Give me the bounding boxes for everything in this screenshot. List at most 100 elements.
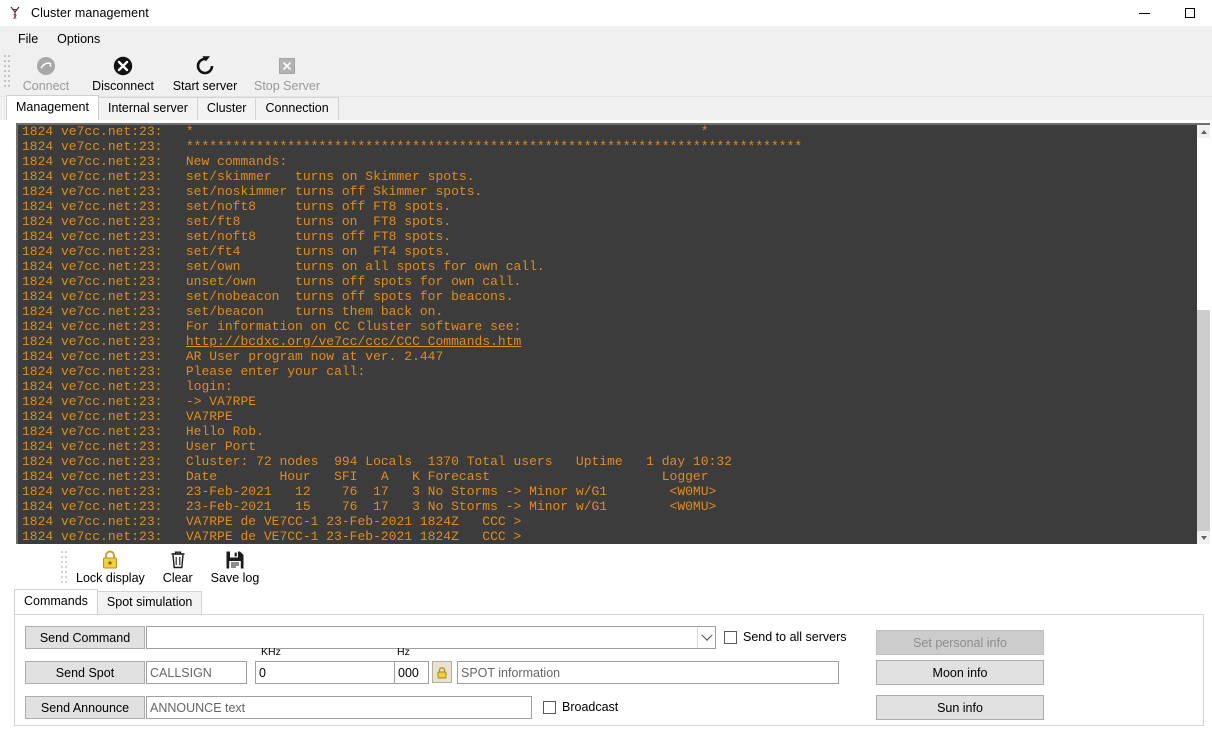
tab-connection[interactable]: Connection [255, 97, 339, 120]
console-line-text: Hello Rob. [185, 424, 264, 439]
tab-management[interactable]: Management [6, 95, 99, 120]
broadcast-row[interactable]: Broadcast [543, 700, 618, 714]
sun-info-button[interactable]: Sun info [876, 695, 1044, 720]
console-line: 1824 ve7cc.net:23: set/ft4 turns on FT4 … [18, 244, 1197, 259]
tab-cluster[interactable]: Cluster [196, 97, 257, 120]
console-line-prefix: 1824 ve7cc.net:23: [22, 349, 163, 364]
console-line: 1824 ve7cc.net:23: set/nobeacon turns of… [18, 289, 1197, 304]
window-title: Cluster management [31, 6, 149, 20]
antenna-icon: 2 [7, 5, 23, 21]
bottom-tabstrip: Commands Spot simulation [0, 589, 1212, 614]
send-command-button[interactable]: Send Command [25, 626, 145, 649]
send-to-all-servers-label: Send to all servers [743, 630, 847, 644]
hz-input[interactable] [394, 661, 429, 684]
save-log-button[interactable]: Save log [202, 547, 269, 589]
console-line: 1824 ve7cc.net:23: http://bcdxc.org/ve7c… [18, 334, 1197, 349]
console-line-prefix: 1824 ve7cc.net:23: [22, 125, 163, 139]
scroll-up-arrow[interactable] [1197, 125, 1210, 138]
moon-info-button[interactable]: Moon info [876, 660, 1044, 685]
console-line: 1824 ve7cc.net:23: * * [18, 125, 1197, 139]
console-line-text: set/own turns on all spots for own call. [185, 259, 545, 274]
chevron-down-icon[interactable] [697, 627, 715, 648]
console-line: 1824 ve7cc.net:23: VA7RPE de VE7CC-1 23-… [18, 529, 1197, 544]
console-line-prefix: 1824 ve7cc.net:23: [22, 184, 163, 199]
console-line: 1824 ve7cc.net:23: set/ft8 turns on FT8 … [18, 214, 1197, 229]
scrollbar-thumb[interactable] [1197, 310, 1210, 536]
connect-button[interactable]: Connect [10, 51, 82, 95]
console-line-text: Please enter your call: [185, 364, 366, 379]
disconnect-icon [112, 54, 134, 78]
set-personal-info-button[interactable]: Set personal info [876, 630, 1044, 655]
console-line: 1824 ve7cc.net:23: Hello Rob. [18, 424, 1197, 439]
console-line-text: -> VA7RPE [185, 394, 257, 409]
console-line-text: set/skimmer turns on Skimmer spots. [185, 169, 475, 184]
khz-input[interactable] [255, 661, 401, 684]
console-line: 1824 ve7cc.net:23: login: [18, 379, 1197, 394]
callsign-input[interactable] [146, 661, 247, 684]
console-line-text: login: [185, 379, 233, 394]
console-line: 1824 ve7cc.net:23: VA7RPE de VE7CC-1 23-… [18, 514, 1197, 529]
console-line-prefix: 1824 ve7cc.net:23: [22, 214, 163, 229]
tab-spot-simulation[interactable]: Spot simulation [96, 591, 203, 614]
console-line-text: 23-Feb-2021 12 76 17 3 No Storms -> Mino… [185, 484, 717, 499]
send-spot-button[interactable]: Send Spot [25, 661, 145, 684]
console-line-text: unset/own turns off spots for own call. [185, 274, 522, 289]
console-line-prefix: 1824 ve7cc.net:23: [22, 169, 163, 184]
announce-input[interactable] [146, 696, 532, 719]
console-line-text: set/ft8 turns on FT8 spots. [185, 214, 452, 229]
window-controls [1122, 0, 1212, 26]
tab-commands[interactable]: Commands [14, 589, 98, 614]
console-line: 1824 ve7cc.net:23: -> VA7RPE [18, 394, 1197, 409]
console-line-prefix: 1824 ve7cc.net:23: [22, 484, 163, 499]
bottom-panel: Commands Spot simulation Send Command Se… [0, 589, 1212, 733]
console-line: 1824 ve7cc.net:23: *********************… [18, 139, 1197, 154]
log-toolbar: Lock display Clear Save log [0, 544, 1212, 590]
console-line: 1824 ve7cc.net:23: AR User program now a… [18, 349, 1197, 364]
clear-button[interactable]: Clear [154, 547, 202, 589]
console-line: 1824 ve7cc.net:23: 23-Feb-2021 15 76 17 … [18, 499, 1197, 514]
log-toolbar-grip[interactable] [60, 550, 67, 586]
disconnect-button[interactable]: Disconnect [82, 51, 164, 95]
console-line-prefix: 1824 ve7cc.net:23: [22, 334, 163, 349]
console-scrollbar[interactable] [1197, 125, 1210, 544]
maximize-button[interactable] [1167, 0, 1212, 26]
console-line: 1824 ve7cc.net:23: Cluster: 72 nodes 994… [18, 454, 1197, 469]
broadcast-checkbox[interactable] [543, 700, 556, 714]
send-to-all-servers-checkbox[interactable] [724, 630, 737, 644]
spot-information-input[interactable] [457, 661, 839, 684]
console-line-text: ****************************************… [185, 139, 803, 154]
console-line-prefix: 1824 ve7cc.net:23: [22, 199, 163, 214]
console-line-text: set/ft4 turns on FT4 spots. [185, 244, 452, 259]
command-input[interactable] [147, 627, 698, 648]
save-log-label: Save log [210, 571, 260, 585]
console-line-text: Cluster: 72 nodes 994 Locals 1370 Total … [185, 454, 732, 469]
menubar: File Options [0, 26, 1212, 51]
console-line-text: AR User program now at ver. 2.447 [185, 349, 444, 364]
send-announce-button[interactable]: Send Announce [25, 696, 145, 719]
trash-icon [169, 548, 187, 571]
console-line-text: Date Hour SFI A K Forecast Logger [185, 469, 709, 484]
tab-internal-server[interactable]: Internal server [97, 97, 198, 120]
console-output[interactable]: 1824 ve7cc.net:23: * * 1824 ve7cc.net:23:… [18, 125, 1197, 544]
console-line: 1824 ve7cc.net:23: 23-Feb-2021 12 76 17 … [18, 484, 1197, 499]
menu-file[interactable]: File [10, 29, 47, 49]
lock-display-button[interactable]: Lock display [67, 547, 154, 589]
toolbar-grip[interactable] [3, 54, 10, 90]
start-server-button[interactable]: Start server [164, 51, 246, 95]
save-icon [225, 548, 245, 571]
console-line: 1824 ve7cc.net:23: User Port [18, 439, 1197, 454]
console-line-text: 23-Feb-2021 15 76 17 3 No Storms -> Mino… [185, 499, 717, 514]
send-to-all-servers-row[interactable]: Send to all servers [724, 630, 847, 644]
minimize-button[interactable] [1122, 0, 1167, 26]
start-server-label: Start server [172, 79, 238, 93]
console-line-link[interactable]: http://bcdxc.org/ve7cc/ccc/CCC Commands.… [186, 334, 521, 349]
console-line-text: set/beacon turns them back on. [185, 304, 444, 319]
menu-options[interactable]: Options [49, 29, 109, 49]
spot-lock-icon[interactable] [432, 661, 452, 683]
stop-server-button[interactable]: Stop Server [246, 51, 328, 95]
console-line-prefix: 1824 ve7cc.net:23: [22, 259, 163, 274]
command-combobox[interactable] [146, 626, 716, 649]
console-line-text: set/nobeacon turns off spots for beacons… [185, 289, 514, 304]
console-line: 1824 ve7cc.net:23: set/noft8 turns off F… [18, 229, 1197, 244]
scroll-down-arrow[interactable] [1197, 531, 1210, 544]
